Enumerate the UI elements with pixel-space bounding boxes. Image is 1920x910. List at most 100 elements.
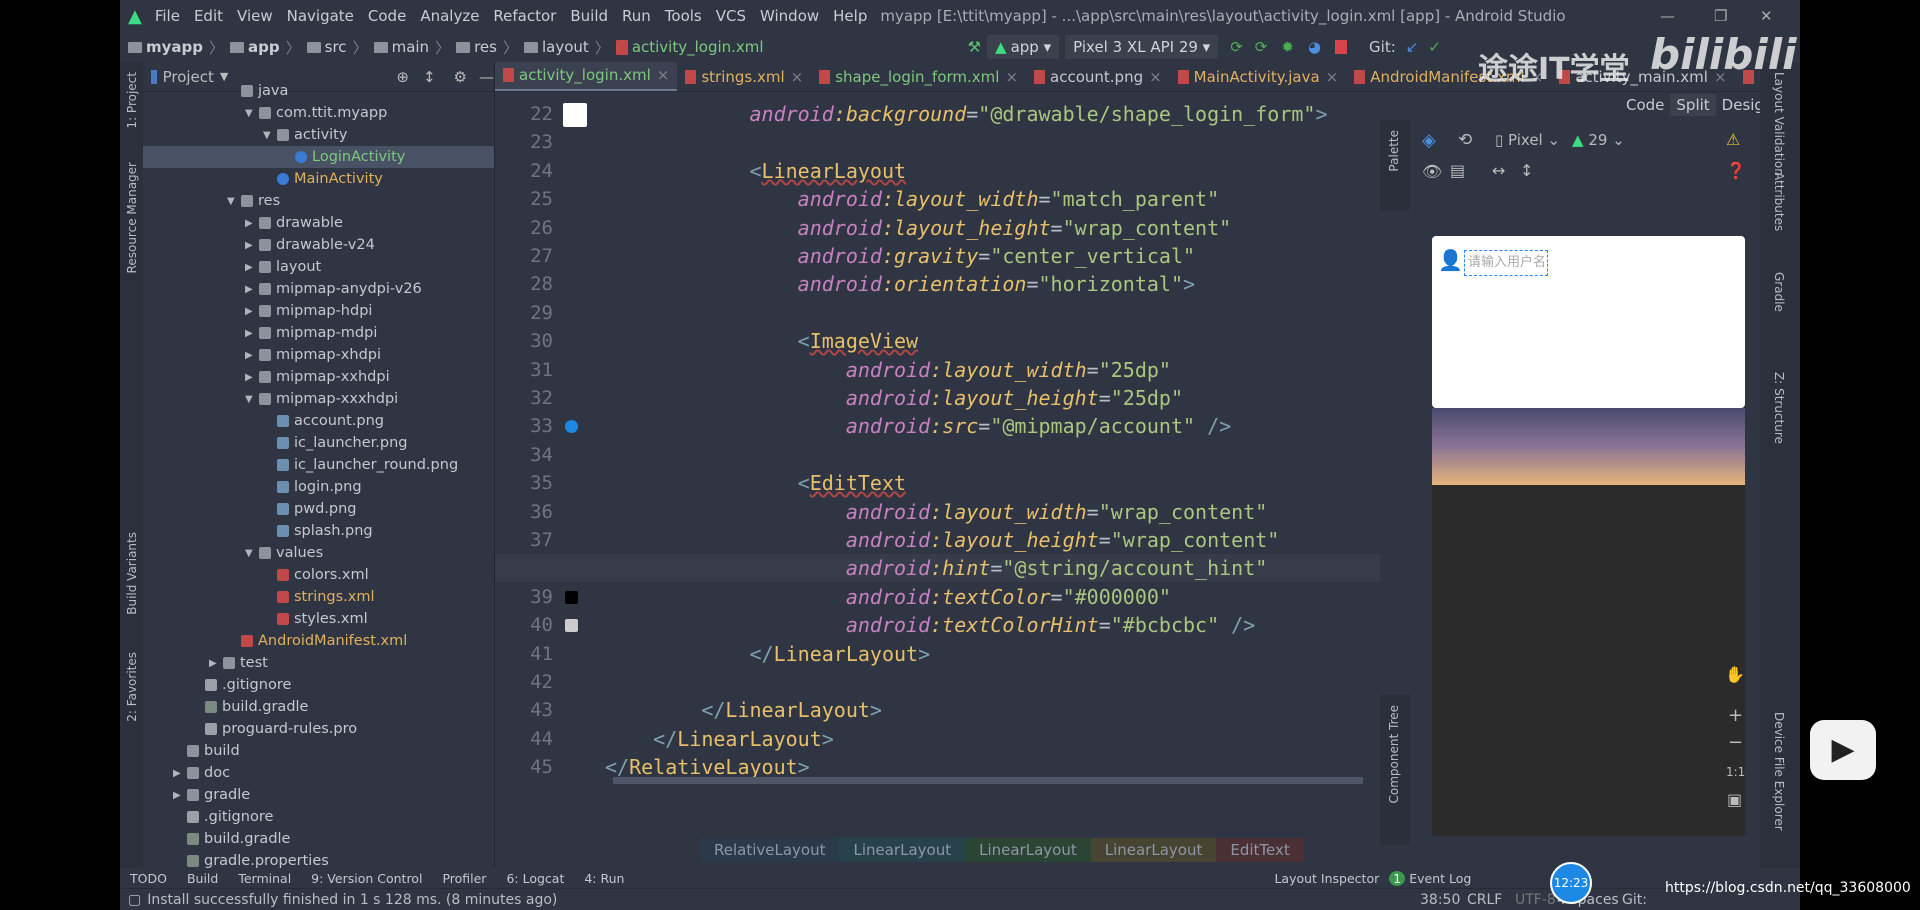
tree-item[interactable]: ▶ mipmap-anydpi-v26 xyxy=(143,278,494,300)
tool-tab-right-1[interactable]: Attributes xyxy=(1772,172,1786,231)
tool-tab-2[interactable]: Build Variants xyxy=(125,532,139,615)
breadcrumb-item[interactable]: EditText xyxy=(1216,838,1304,862)
chevron-down-icon[interactable]: ▼ xyxy=(245,548,259,559)
tree-item[interactable]: AndroidManifest.xml xyxy=(143,630,494,652)
menu-vcs[interactable]: VCS xyxy=(709,7,753,25)
apply-code-changes-icon[interactable]: ⟳ xyxy=(1255,38,1268,56)
pan-icon[interactable]: ✋ xyxy=(1725,665,1745,684)
blueprint-icon[interactable]: ▤ xyxy=(1450,161,1465,180)
tree-item[interactable]: ▶ mipmap-xxhdpi xyxy=(143,366,494,388)
git-update-icon[interactable]: ↙ xyxy=(1406,38,1419,56)
close-button[interactable]: ✕ xyxy=(1760,7,1773,25)
tool-window-button[interactable]: 4: Run xyxy=(574,871,634,886)
chevron-right-icon[interactable]: ▶ xyxy=(245,240,259,251)
tree-item[interactable]: build xyxy=(143,740,494,762)
chevron-down-icon[interactable]: ▼ xyxy=(245,394,259,405)
close-tab-icon[interactable]: × xyxy=(1149,68,1162,86)
chevron-right-icon[interactable]: ▶ xyxy=(209,658,223,669)
menu-help[interactable]: Help xyxy=(826,7,874,25)
git-commit-icon[interactable]: ✓ xyxy=(1428,38,1441,56)
help-icon[interactable]: ❓ xyxy=(1726,161,1746,180)
tool-window-button[interactable]: Profiler xyxy=(432,871,496,886)
tree-item[interactable]: ▼ mipmap-xxxhdpi xyxy=(143,388,494,410)
tree-item[interactable]: ▶ mipmap-hdpi xyxy=(143,300,494,322)
tree-item[interactable]: proguard-rules.pro xyxy=(143,718,494,740)
tree-item[interactable]: splash.png xyxy=(143,520,494,542)
menu-tools[interactable]: Tools xyxy=(658,7,709,25)
chevron-right-icon[interactable]: ▶ xyxy=(173,790,187,801)
component-tree-tab[interactable]: Component Tree xyxy=(1380,695,1410,845)
tree-item[interactable]: ▼ activity xyxy=(143,124,494,146)
tree-item[interactable]: ▶ gradle xyxy=(143,784,494,806)
tree-item[interactable]: login.png xyxy=(143,476,494,498)
tree-item[interactable]: ▶ doc xyxy=(143,762,494,784)
zoom-reset-button[interactable]: 1:1 xyxy=(1726,765,1745,779)
tree-item[interactable]: ▼ com.ttit.myapp xyxy=(143,102,494,124)
editor-tab[interactable]: account.png × xyxy=(1026,62,1170,91)
tree-item[interactable]: MainActivity xyxy=(143,168,494,190)
tool-window-button[interactable]: TODO xyxy=(120,871,177,886)
nav-crumb[interactable]: res xyxy=(452,38,501,56)
git-branch[interactable]: Git: xyxy=(1622,892,1647,908)
tree-item[interactable]: ▼ values xyxy=(143,542,494,564)
close-tab-icon[interactable]: × xyxy=(1005,68,1018,86)
tree-item[interactable]: ▶ test xyxy=(143,652,494,674)
editor-tab[interactable]: MainActivity.java × xyxy=(1170,62,1347,91)
run-config-select[interactable]: ▲ app ▾ xyxy=(987,35,1060,59)
mode-split[interactable]: Split xyxy=(1670,94,1716,116)
close-tab-icon[interactable]: × xyxy=(1326,68,1339,86)
menu-window[interactable]: Window xyxy=(753,7,826,25)
apply-changes-icon[interactable]: ⟳ xyxy=(1230,38,1243,56)
tool-window-button[interactable]: Layout Inspector xyxy=(1264,871,1389,886)
layers-icon[interactable]: ◈ xyxy=(1422,130,1436,151)
editor-tab[interactable]: strings.xml × xyxy=(677,62,811,91)
tree-item[interactable]: ▶ drawable xyxy=(143,212,494,234)
nav-crumb[interactable]: layout xyxy=(520,38,593,56)
tool-window-button[interactable]: 9: Version Control xyxy=(301,871,432,886)
menu-refactor[interactable]: Refactor xyxy=(486,7,563,25)
chevron-right-icon[interactable]: ▶ xyxy=(245,372,259,383)
tool-tab-0[interactable]: 1: Project xyxy=(125,72,139,129)
close-tab-icon[interactable]: × xyxy=(791,68,804,86)
tree-item[interactable]: LoginActivity xyxy=(143,146,494,168)
tree-item[interactable]: build.gradle xyxy=(143,696,494,718)
nav-crumb[interactable]: activity_login.xml xyxy=(612,38,768,56)
tool-tab-right-2[interactable]: Gradle xyxy=(1772,272,1786,312)
editor-tab[interactable]: shape_login_form.xml × xyxy=(811,62,1026,91)
username-edittext[interactable]: 请输入用户名 xyxy=(1464,250,1548,276)
vertical-resize-icon[interactable]: ↕ xyxy=(1520,161,1533,180)
orientation-icon[interactable]: ⟲ xyxy=(1458,130,1472,150)
chevron-right-icon[interactable]: ▶ xyxy=(245,218,259,229)
chevron-right-icon[interactable]: ▶ xyxy=(173,768,187,779)
breadcrumb-item[interactable]: LinearLayout xyxy=(965,838,1091,862)
tool-tab-right-3[interactable]: Z: Structure xyxy=(1772,372,1786,444)
tool-tab-right-4[interactable]: Device File Explorer xyxy=(1772,712,1786,831)
minimize-button[interactable]: — xyxy=(1660,7,1675,25)
menu-navigate[interactable]: Navigate xyxy=(280,7,361,25)
tree-item[interactable]: strings.xml xyxy=(143,586,494,608)
device-select[interactable]: Pixel 3 XL API 29 ▾ xyxy=(1065,35,1219,59)
menu-edit[interactable]: Edit xyxy=(187,7,230,25)
tool-window-button[interactable]: 6: Logcat xyxy=(496,871,574,886)
tree-item[interactable]: colors.xml xyxy=(143,564,494,586)
tree-item[interactable]: ▶ drawable-v24 xyxy=(143,234,494,256)
tool-window-button[interactable]: Terminal xyxy=(228,871,301,886)
tree-item[interactable]: ▶ mipmap-xhdpi xyxy=(143,344,494,366)
stop-icon[interactable] xyxy=(1335,40,1348,54)
menu-analyze[interactable]: Analyze xyxy=(413,7,486,25)
profile-icon[interactable]: ◕ xyxy=(1308,38,1321,56)
play-button-icon[interactable]: ▶ xyxy=(1810,720,1876,780)
tree-item[interactable]: pwd.png xyxy=(143,498,494,520)
fit-screen-icon[interactable]: ▣ xyxy=(1727,790,1742,809)
device-picker[interactable]: ▯ Pixel ⌄ xyxy=(1495,131,1560,149)
tree-item[interactable]: ▼ res xyxy=(143,190,494,212)
breadcrumb-item[interactable]: RelativeLayout xyxy=(700,838,840,862)
eye-icon[interactable]: 👁 xyxy=(1422,162,1442,181)
chevron-right-icon[interactable]: ▶ xyxy=(245,284,259,295)
zoom-in-button[interactable]: + xyxy=(1728,705,1743,726)
tool-window-button[interactable]: Event Log xyxy=(1399,871,1481,886)
menu-view[interactable]: View xyxy=(230,7,280,25)
breadcrumb-item[interactable]: LinearLayout xyxy=(839,838,966,862)
palette-tab[interactable]: Palette xyxy=(1380,120,1410,210)
editor-tab[interactable]: activity_login.xml × xyxy=(495,62,678,91)
